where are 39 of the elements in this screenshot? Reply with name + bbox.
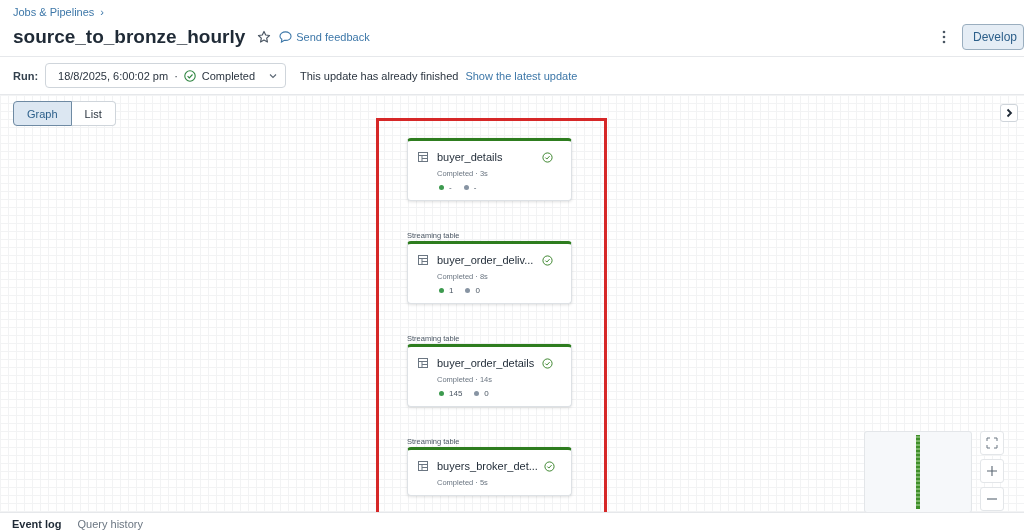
metric-value: 0 (475, 286, 480, 295)
zoom-out-button[interactable] (980, 487, 1004, 511)
table-icon (418, 358, 428, 368)
fit-view-button[interactable] (980, 431, 1004, 455)
zoom-in-button[interactable] (980, 459, 1004, 483)
panel-tab[interactable]: Event log (12, 518, 62, 532)
node-name: buyer_order_deliv... (437, 254, 535, 266)
node-name: buyers_broker_det... (437, 460, 538, 472)
check-circle-icon (183, 69, 196, 82)
table-icon (418, 255, 428, 265)
run-label: Run: (13, 69, 39, 82)
chevron-right-icon[interactable] (1000, 104, 1018, 122)
latest-update-link[interactable]: Show the latest update (465, 69, 578, 82)
develop-button[interactable]: Develop (961, 24, 1024, 50)
table-icon (418, 461, 428, 471)
breadcrumb-link[interactable]: Jobs & Pipelines (13, 6, 95, 18)
fullscreen-icon (986, 437, 998, 449)
node-name: buyer_order_details (437, 357, 536, 369)
minimap[interactable] (864, 431, 972, 512)
pipeline-title: source_to_bronze_hourly (13, 26, 246, 48)
metric-value: 145 (449, 389, 463, 398)
metric-value: - (449, 183, 452, 192)
table-icon (418, 152, 428, 162)
more-options-icon[interactable] (941, 30, 946, 44)
metric-value: 1 (449, 286, 454, 295)
caret-icon (269, 72, 277, 79)
metric-value: 0 (484, 389, 489, 398)
run-selector[interactable]: 18/8/2025, 6:00:02 pm · Completed (45, 63, 286, 88)
panel-tab[interactable]: Query history (77, 518, 143, 532)
speech-bubble-icon (279, 31, 293, 43)
plus-icon (986, 465, 998, 477)
update-message: This update has already finished (300, 69, 459, 82)
breadcrumb-separator: › (100, 6, 104, 18)
send-feedback-link[interactable]: Send feedback (296, 31, 370, 43)
node-name: buyer_details (437, 151, 504, 163)
view-tab[interactable]: Graph (13, 101, 72, 126)
view-tab[interactable]: List (71, 101, 116, 126)
star-icon[interactable] (257, 30, 272, 44)
metric-value: - (473, 183, 477, 192)
